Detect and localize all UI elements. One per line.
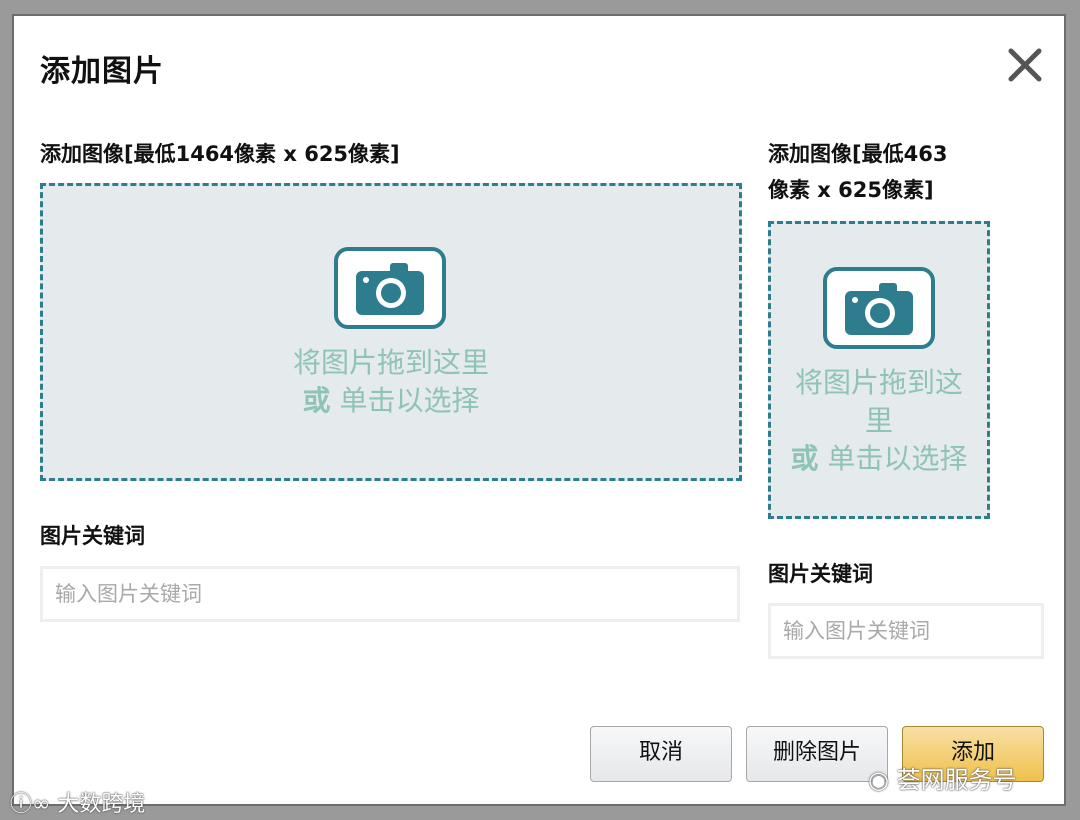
watermark-left-text: 大数跨境 (57, 792, 146, 817)
small-drop-hint-line1a: 将图片拖到这 (794, 366, 963, 399)
large-image-label: 添加图像[最低1464像素 x 625像素] (40, 142, 400, 166)
camera-icon (823, 267, 935, 349)
large-keywords-label: 图片关键词 (40, 524, 145, 548)
large-keywords-input[interactable] (40, 566, 740, 622)
small-image-label-line2: 像素 x 625像素] (768, 178, 934, 202)
drop-hint-or: 或 (302, 384, 331, 417)
cancel-button[interactable]: 取消 (590, 726, 732, 782)
small-drop-hint-line2: 或 单击以选择 (771, 440, 987, 478)
small-image-label-line1: 添加图像[最低463 (768, 142, 948, 166)
camera-icon (334, 247, 446, 329)
large-image-dropzone[interactable]: 将图片拖到这里 或 单击以选择 (40, 183, 742, 481)
wechat-icon: ◉ (868, 766, 889, 794)
watermark-left: ⓘ∞ 大数跨境 (10, 786, 145, 818)
small-drop-hint: 将图片拖到这 里 或 单击以选择 (771, 364, 987, 478)
close-icon (1008, 48, 1042, 82)
small-drop-hint-or: 或 (790, 442, 819, 475)
watermark-right-text: 荟网服务号 (896, 766, 1017, 794)
small-keywords-label: 图片关键词 (768, 562, 873, 586)
small-drop-hint-line1b: 里 (864, 404, 893, 437)
close-button[interactable] (1006, 46, 1044, 84)
drop-hint: 将图片拖到这里 或 单击以选择 (43, 344, 739, 420)
watermark-logo-icon: ⓘ∞ (10, 792, 51, 817)
add-image-dialog: 添加图片 添加图像[最低1464像素 x 625像素] 将图片拖到这里 或 单击… (12, 14, 1066, 806)
small-image-dropzone[interactable]: 将图片拖到这 里 或 单击以选择 (768, 221, 990, 519)
small-keywords-input[interactable] (768, 603, 1044, 659)
drop-hint-line2: 或 单击以选择 (43, 382, 739, 420)
dialog-title: 添加图片 (40, 54, 164, 89)
drop-hint-click: 单击以选择 (339, 384, 480, 417)
small-drop-hint-click: 单击以选择 (827, 442, 968, 475)
watermark-right: ◉ 荟网服务号 (868, 760, 1017, 795)
small-image-label: 添加图像[最低463 像素 x 625像素] (768, 136, 947, 208)
drop-hint-line1: 将图片拖到这里 (292, 346, 489, 379)
delete-image-button[interactable]: 删除图片 (746, 726, 888, 782)
